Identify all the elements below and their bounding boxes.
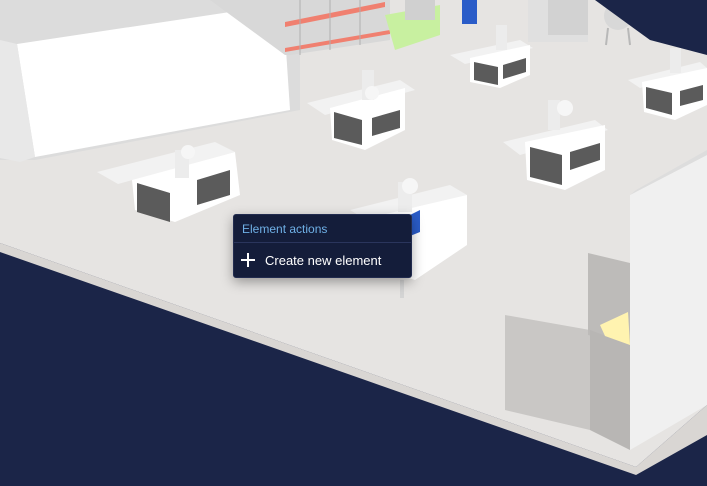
3d-viewport[interactable]: Element actions Create new element [0, 0, 707, 486]
side-room [505, 315, 590, 430]
create-new-element-button[interactable]: Create new element [234, 243, 411, 277]
plus-icon [241, 253, 255, 267]
cart [405, 0, 435, 20]
blue-column [462, 0, 477, 24]
right-wall [630, 155, 707, 450]
menu-title: Element actions [234, 215, 411, 243]
element-actions-menu: Element actions Create new element [233, 214, 412, 278]
menu-item-label: Create new element [265, 252, 382, 268]
